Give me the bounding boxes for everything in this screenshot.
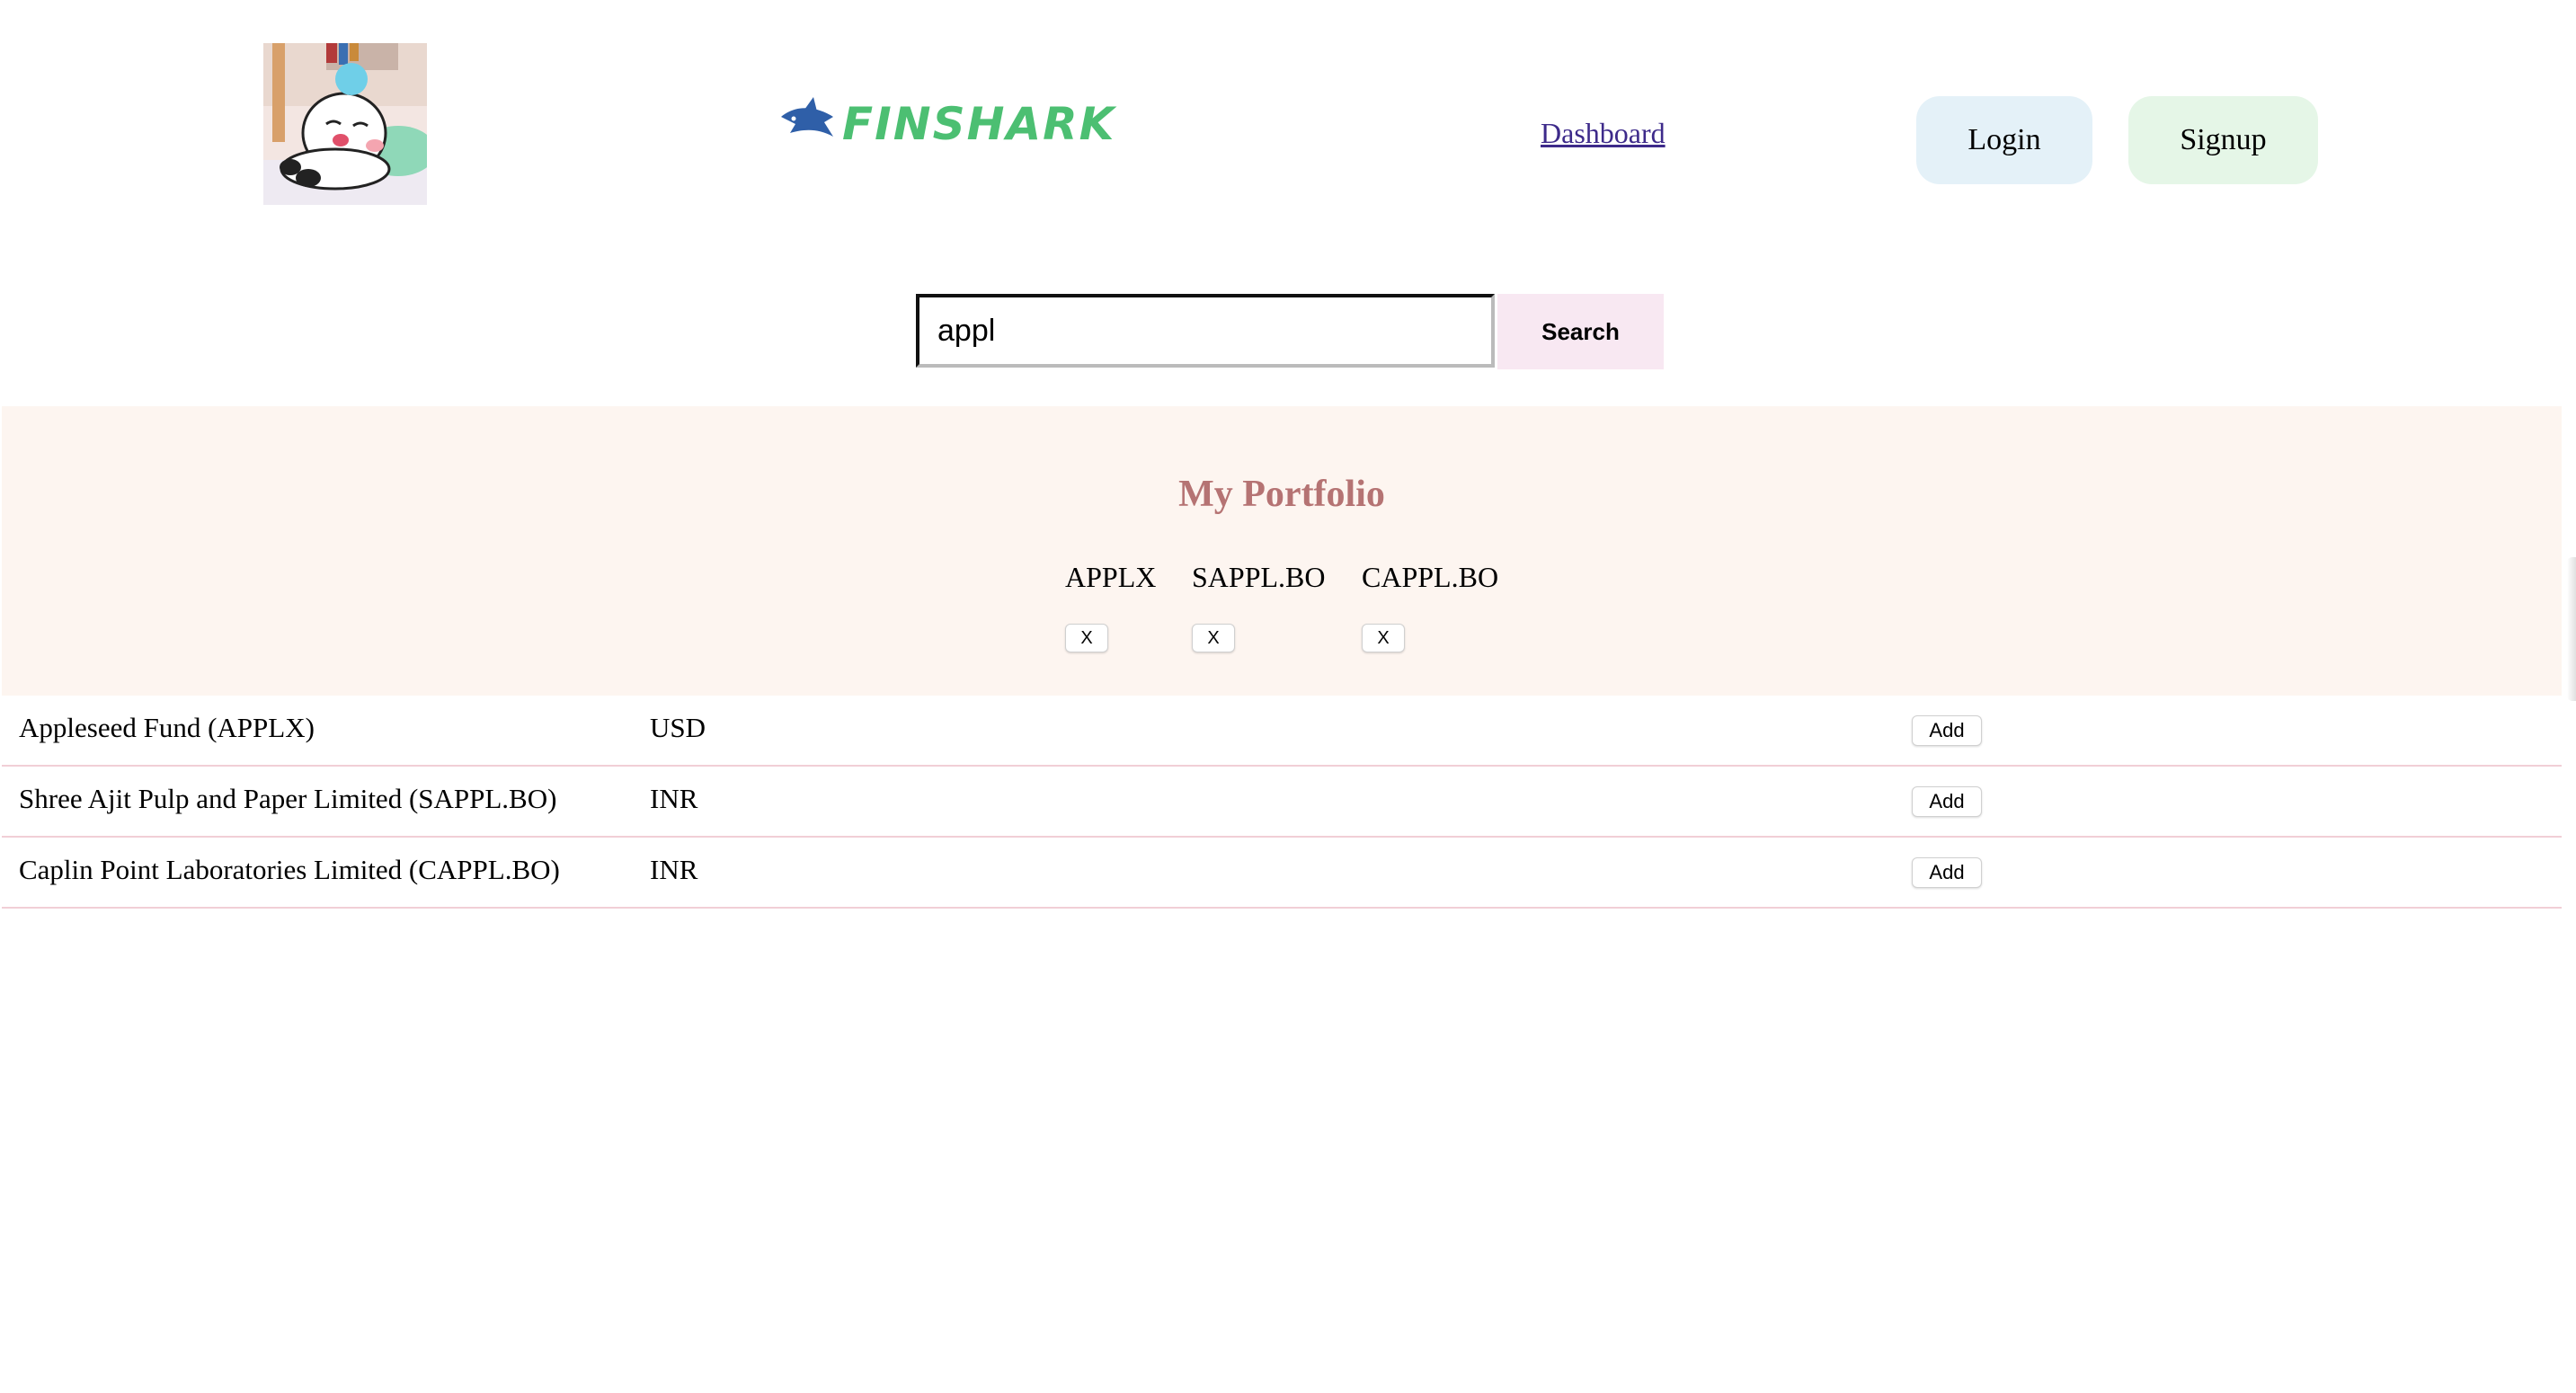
search-results: Appleseed Fund (APPLX) USD Add Shree Aji… <box>2 696 2562 909</box>
add-portfolio-button[interactable]: Add <box>1912 786 1982 817</box>
finshark-logo[interactable]: FINSHARK <box>777 97 1173 151</box>
result-row: Appleseed Fund (APPLX) USD Add <box>2 696 2562 767</box>
shark-icon <box>781 97 833 137</box>
result-row: Caplin Point Laboratories Limited (CAPPL… <box>2 838 2562 909</box>
logo-text: FINSHARK <box>842 98 1116 150</box>
add-portfolio-button[interactable]: Add <box>1912 857 1982 888</box>
portfolio-item: APPLX X <box>1065 561 1157 652</box>
result-name: Shree Ajit Pulp and Paper Limited (SAPPL… <box>19 783 557 814</box>
remove-portfolio-button[interactable]: X <box>1362 624 1405 652</box>
result-currency: INR <box>650 783 698 814</box>
result-name: Caplin Point Laboratories Limited (CAPPL… <box>19 854 560 885</box>
result-currency: USD <box>650 712 706 743</box>
result-row: Shree Ajit Pulp and Paper Limited (SAPPL… <box>2 767 2562 838</box>
result-currency: INR <box>650 854 698 885</box>
search-button[interactable]: Search <box>1497 294 1664 369</box>
add-portfolio-button[interactable]: Add <box>1912 715 1982 746</box>
portfolio-symbol: APPLX <box>1065 561 1157 593</box>
navbar: FINSHARK Dashboard Login Signup <box>0 0 2576 234</box>
avatar-illustration-icon <box>263 43 427 205</box>
portfolio-symbol: CAPPL.BO <box>1362 561 1499 593</box>
portfolio-title: My Portfolio <box>1178 474 1385 515</box>
portfolio-section: My Portfolio APPLX X SAPPL.BO X CAPPL.BO… <box>2 406 2562 696</box>
dashboard-link[interactable]: Dashboard <box>1541 117 1666 150</box>
login-button[interactable]: Login <box>1916 96 2092 184</box>
portfolio-symbol: SAPPL.BO <box>1192 561 1326 593</box>
signup-button[interactable]: Signup <box>2128 96 2318 184</box>
remove-portfolio-button[interactable]: X <box>1192 624 1235 652</box>
scroll-edge-shadow <box>2567 557 2576 701</box>
portfolio-item: CAPPL.BO X <box>1362 561 1499 652</box>
remove-portfolio-button[interactable]: X <box>1065 624 1108 652</box>
portfolio-item: SAPPL.BO X <box>1192 561 1326 652</box>
avatar[interactable] <box>263 43 427 205</box>
search-input[interactable]: appl <box>916 294 1495 368</box>
result-name: Appleseed Fund (APPLX) <box>19 712 315 743</box>
